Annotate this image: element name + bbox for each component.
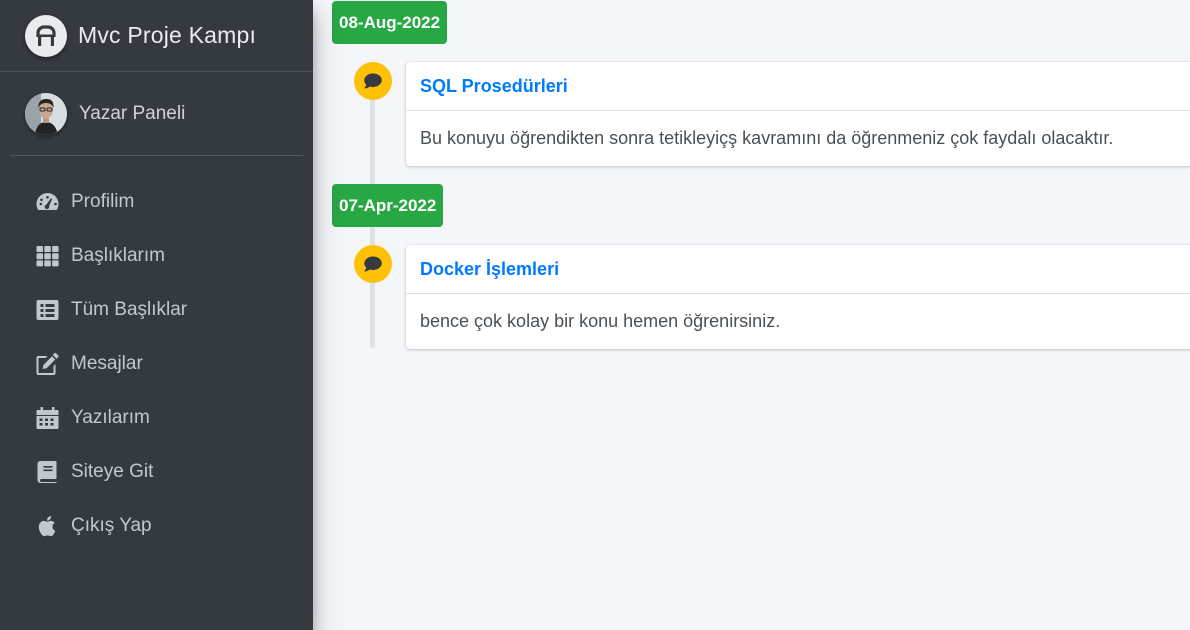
edit-icon [35,352,60,376]
sidebar-item-yazilarim[interactable]: Yazılarım [0,391,313,445]
timeline-date-label: 07-Apr-2022 [332,184,444,227]
main-content: 08-Aug-2022 SQL Prosedürleri Bu konuyu ö… [313,0,1190,630]
sidebar-nav: Profilim Başlıklarım Tüm Başlıklar Mesaj… [0,156,313,553]
avatar [25,92,67,135]
comment-icon [354,245,392,283]
timeline-date-label: 08-Aug-2022 [332,1,448,44]
sidebar-item-tum-basliklar[interactable]: Tüm Başlıklar [0,283,313,337]
user-panel[interactable]: Yazar Paneli [10,72,303,156]
timeline-item: Docker İşlemleri bence çok kolay bir kon… [406,245,1190,349]
timeline-item-header: Docker İşlemleri [406,245,1190,294]
timeline-item: SQL Prosedürleri Bu konuyu öğrendikten s… [406,62,1190,166]
sidebar-item-label: Siteye Git [71,461,154,482]
sidebar-item-label: Başlıklarım [71,245,165,266]
user-name: Yazar Paneli [79,102,186,124]
sidebar-item-label: Mesajlar [71,353,143,374]
grid-icon [35,244,60,268]
timeline-item-header: SQL Prosedürleri [406,62,1190,111]
calendar-icon [35,406,60,430]
sidebar-item-basliklarim[interactable]: Başlıklarım [0,229,313,283]
sidebar-item-label: Yazılarım [71,407,150,428]
sidebar-item-label: Çıkış Yap [71,515,152,536]
timeline-item-title-link[interactable]: SQL Prosedürleri [420,76,568,97]
sidebar-item-profilim[interactable]: Profilim [0,175,313,229]
sidebar-item-cikis-yap[interactable]: Çıkış Yap [0,499,313,553]
timeline-item-title-link[interactable]: Docker İşlemleri [420,259,559,280]
sidebar-item-siteye-git[interactable]: Siteye Git [0,445,313,499]
comment-icon [354,62,392,100]
sidebar-item-label: Profilim [71,191,135,212]
sidebar-item-label: Tüm Başlıklar [71,299,188,320]
brand-link[interactable]: Mvc Proje Kampı [0,0,313,72]
sidebar-item-mesajlar[interactable]: Mesajlar [0,337,313,391]
book-icon [35,460,60,484]
sidebar: Mvc Proje Kampı Yazar Paneli Profilim Ba… [0,0,313,630]
timeline-item-body: Bu konuyu öğrendikten sonra tetikleyiçş … [420,128,1114,148]
a-letter-logo-icon [25,14,67,57]
timeline-item-body: bence çok kolay bir konu hemen öğrenirsi… [420,311,781,331]
list-icon [35,298,60,322]
tachometer-icon [35,190,60,214]
apple-icon [35,514,60,538]
brand-title: Mvc Proje Kampı [78,22,257,48]
